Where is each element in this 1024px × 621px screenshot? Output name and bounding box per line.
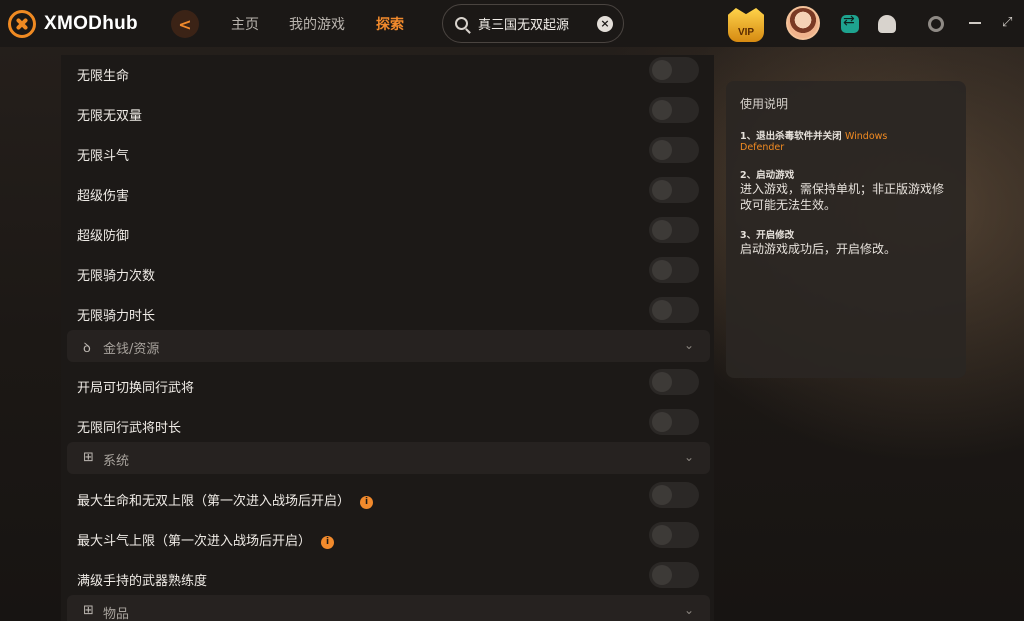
cheat-row: 无限骑力次数 <box>61 253 714 293</box>
section-label: 金钱/资源 <box>103 342 160 357</box>
cheat-label: 最大生命和无双上限（第一次进入战场后开启） i <box>77 490 374 509</box>
windows-link[interactable]: Windows <box>845 131 887 142</box>
help-title: 使用说明 <box>740 97 789 111</box>
cheat-label: 无限骑力次数 <box>77 269 156 284</box>
cheat-toggle[interactable] <box>649 482 699 508</box>
chevron-down-icon: ⌄ <box>683 603 694 617</box>
cheat-toggle[interactable] <box>649 177 699 203</box>
cheat-row: 无限斗气 <box>61 133 714 173</box>
nav-explore[interactable]: 探索 <box>376 14 404 34</box>
cheat-label: 无限斗气 <box>77 149 130 164</box>
section-label: 系统 <box>103 454 130 469</box>
search-icon <box>455 17 468 30</box>
money-bag-icon: ꝺ <box>83 341 91 356</box>
cheat-toggle[interactable] <box>649 522 699 548</box>
cheat-label: 开局可切换同行武将 <box>77 381 195 396</box>
cheat-row: 超级防御 <box>61 213 714 253</box>
cheat-panel: 无限生命 无限无双量 无限斗气 超级伤害 超级防御 无限骑力次数 无限骑力时长 … <box>61 55 714 621</box>
xmodhub-logo-icon <box>8 10 36 38</box>
cheat-toggle[interactable] <box>649 409 699 435</box>
sync-icon[interactable] <box>841 13 859 33</box>
info-icon[interactable]: i <box>321 536 335 549</box>
step1-head: 1、退出杀毒软件并关闭 <box>740 131 842 142</box>
back-button[interactable]: < <box>171 10 199 38</box>
top-bar: XMODhub < 主页 我的游戏 探索 真三国无双起源 × VIP ⤢ <box>0 0 1024 47</box>
avatar[interactable] <box>786 6 820 40</box>
cheat-row: 最大生命和无双上限（第一次进入战场后开启） i <box>61 478 714 518</box>
search-input[interactable]: 真三国无双起源 <box>478 14 569 33</box>
usage-instructions-card: 使用说明 1、退出杀毒软件并关闭 Windows Defender 2、启动游戏… <box>726 81 966 378</box>
settings-icon[interactable] <box>928 16 944 32</box>
cheat-toggle[interactable] <box>649 57 699 83</box>
section-label: 物品 <box>103 607 130 621</box>
chevron-down-icon: ⌄ <box>683 450 694 464</box>
step-heading: 3、开启修改 <box>740 230 795 241</box>
cheat-label-text: 最大生命和无双上限（第一次进入战场后开启） <box>77 494 351 509</box>
grid-icon: ⊞ <box>83 450 94 465</box>
search-box[interactable]: 真三国无双起源 × <box>442 4 624 43</box>
info-icon[interactable]: i <box>360 496 374 509</box>
cheat-row: 满级手持的武器熟练度 <box>61 558 714 598</box>
step-body: 启动游戏成功后，开启修改。 <box>740 242 897 256</box>
cheat-row: 无限生命 <box>61 55 714 93</box>
logo[interactable]: XMODhub <box>8 10 138 38</box>
step-heading: 2、启动游戏 <box>740 170 795 181</box>
cheat-toggle[interactable] <box>649 562 699 588</box>
defender-link[interactable]: Defender <box>740 142 784 153</box>
section-money[interactable]: ꝺ 金钱/资源 ⌄ <box>67 330 710 362</box>
cheat-toggle[interactable] <box>649 217 699 243</box>
maximize-icon[interactable]: ⤢ <box>1002 16 1015 29</box>
cheat-row: 最大斗气上限（第一次进入战场后开启） i <box>61 518 714 558</box>
section-system[interactable]: ⊞ 系统 ⌄ <box>67 442 710 474</box>
cheat-label: 超级防御 <box>77 229 130 244</box>
cheat-row: 无限骑力时长 <box>61 293 714 333</box>
cheat-toggle[interactable] <box>649 97 699 123</box>
cheat-label: 无限无双量 <box>77 109 143 124</box>
chevron-down-icon: ⌄ <box>683 338 694 352</box>
vip-badge[interactable]: VIP <box>728 8 764 42</box>
cheat-label: 无限同行武将时长 <box>77 421 182 436</box>
step-body: 进入游戏，需保持单机；非正版游戏修改可能无法生效。 <box>740 182 945 212</box>
section-items[interactable]: ⊞ 物品 ⌄ <box>67 595 710 621</box>
app-name: XMODhub <box>44 13 138 34</box>
cheat-label: 满级手持的武器熟练度 <box>77 574 208 589</box>
cheat-label: 无限生命 <box>77 69 130 84</box>
help-step-3: 3、开启修改 启动游戏成功后，开启修改。 <box>740 227 952 257</box>
cheat-label-text: 最大斗气上限（第一次进入战场后开启） <box>77 534 312 549</box>
cheat-row: 超级伤害 <box>61 173 714 213</box>
plus-box-icon: ⊞ <box>83 603 94 618</box>
cheat-label: 无限骑力时长 <box>77 309 156 324</box>
cheat-toggle[interactable] <box>649 297 699 323</box>
vip-label: VIP <box>737 27 755 38</box>
minimize-icon[interactable] <box>969 22 981 24</box>
cheat-toggle[interactable] <box>649 137 699 163</box>
clear-search-button[interactable]: × <box>597 16 613 32</box>
cheat-label: 超级伤害 <box>77 189 130 204</box>
cheat-toggle[interactable] <box>649 257 699 283</box>
help-step-2: 2、启动游戏 进入游戏，需保持单机；非正版游戏修改可能无法生效。 <box>740 167 952 213</box>
cheat-row: 无限无双量 <box>61 93 714 133</box>
cheat-label: 最大斗气上限（第一次进入战场后开启） i <box>77 530 335 549</box>
step-heading: 1、退出杀毒软件并关闭 Windows Defender <box>740 128 952 153</box>
cheat-row: 无限同行武将时长 <box>61 405 714 445</box>
nav-home[interactable]: 主页 <box>231 14 259 34</box>
help-step-1: 1、退出杀毒软件并关闭 Windows Defender <box>740 128 952 153</box>
notification-icon[interactable] <box>878 15 896 33</box>
cheat-row: 开局可切换同行武将 <box>61 365 714 405</box>
cheat-toggle[interactable] <box>649 369 699 395</box>
nav-my-games[interactable]: 我的游戏 <box>289 14 345 34</box>
